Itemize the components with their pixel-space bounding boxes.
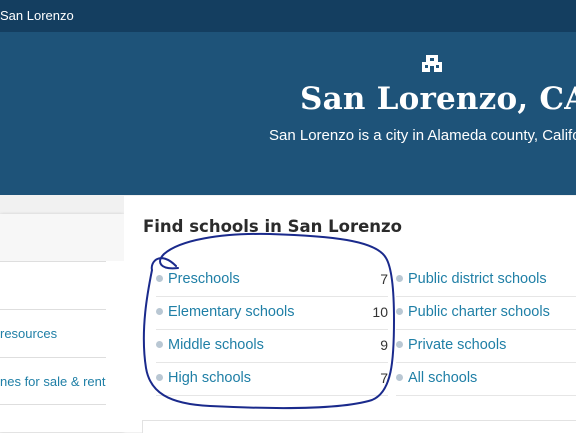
next-section-card [142,420,576,433]
sidebar-divider [0,261,106,262]
sidebar-link-resources[interactable]: resources [0,326,106,341]
list-item-high-schools[interactable]: High schools 7 [156,363,388,396]
sidebar-header [0,214,124,261]
bullet-icon [156,308,163,315]
school-type-link[interactable]: Public district schools [408,271,547,287]
bullet-icon [156,275,163,282]
school-level-link[interactable]: High schools [168,370,251,386]
school-type-link[interactable]: Private schools [408,337,506,353]
top-nav-bar: San Lorenzo [0,0,576,33]
school-type-link[interactable]: Public charter schools [408,304,550,320]
bullet-icon [396,341,403,348]
school-count: 7 [380,271,388,287]
school-building-icon [422,55,442,72]
list-item-preschools[interactable]: Preschools 7 [156,264,388,297]
sidebar-divider [0,357,106,358]
bullet-icon [156,374,163,381]
school-level-link[interactable]: Preschools [168,271,240,287]
school-level-link[interactable]: Middle schools [168,337,264,353]
find-schools-heading: Find schools in San Lorenzo [143,217,402,236]
school-type-link[interactable]: All schools [408,370,477,386]
city-description: San Lorenzo is a city in Alameda county,… [269,127,576,144]
city-hero-banner: San Lorenzo, CA San Lorenzo is a city in… [0,32,576,195]
school-count: 9 [380,337,388,353]
bullet-icon [396,275,403,282]
list-item-elementary-schools[interactable]: Elementary schools 10 [156,297,388,330]
page-title: San Lorenzo, CA [300,81,576,117]
sidebar-divider [0,309,106,310]
list-item-all-schools[interactable]: All schools [396,363,576,396]
bullet-icon [156,341,163,348]
list-item-private-schools[interactable]: Private schools [396,330,576,363]
list-item-public-district-schools[interactable]: Public district schools [396,264,576,297]
breadcrumb-current[interactable]: San Lorenzo [0,8,74,23]
list-item-public-charter-schools[interactable]: Public charter schools [396,297,576,330]
school-level-link[interactable]: Elementary schools [168,304,295,320]
sidebar-link-homes-for-sale[interactable]: nes for sale & rent [0,374,106,389]
bullet-icon [396,374,403,381]
sidebar-card: resources nes for sale & rent [0,214,124,432]
sidebar-divider [0,404,106,405]
school-count: 7 [380,370,388,386]
bullet-icon [396,308,403,315]
list-item-middle-schools[interactable]: Middle schools 9 [156,330,388,363]
row-divider [156,395,388,396]
school-count: 10 [372,304,388,320]
row-divider [396,395,576,396]
